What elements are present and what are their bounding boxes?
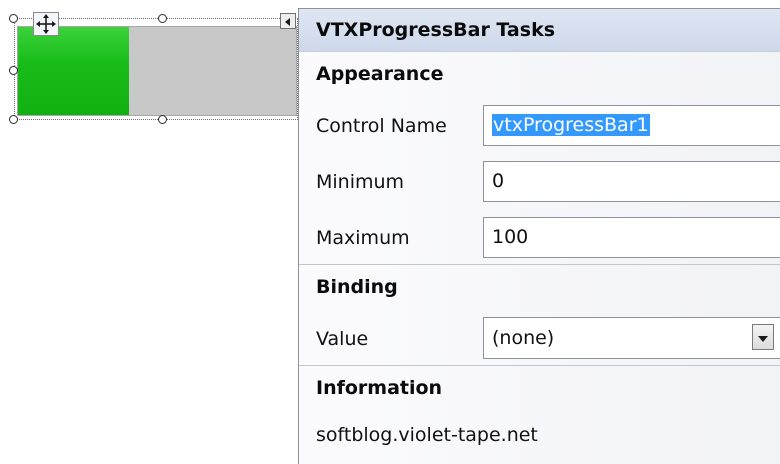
- maximum-row: Maximum 100: [299, 208, 780, 264]
- resize-handle-top-center[interactable]: [158, 14, 167, 23]
- resize-handle-middle-left[interactable]: [9, 66, 18, 75]
- section-binding-header: Binding: [316, 276, 398, 298]
- move-arrows-icon[interactable]: [33, 12, 59, 36]
- panel-title: VTXProgressBar Tasks: [299, 9, 780, 52]
- value-dropdown-selected: (none): [492, 327, 555, 349]
- minimum-input[interactable]: 0: [483, 161, 780, 202]
- dropdown-arrow-icon[interactable]: [752, 324, 774, 350]
- section-appearance-header: Appearance: [316, 63, 444, 85]
- control-name-input[interactable]: vtxProgressBar1: [483, 105, 780, 146]
- maximum-label: Maximum: [316, 227, 410, 249]
- progress-bar-fill: [18, 27, 130, 115]
- designer-surface: [0, 0, 300, 130]
- progress-bar-control[interactable]: [17, 26, 297, 116]
- tasks-panel: VTXProgressBar Tasks Appearance Control …: [298, 8, 780, 464]
- resize-handle-top-left[interactable]: [9, 14, 18, 23]
- resize-handle-bottom-left[interactable]: [9, 115, 18, 124]
- control-name-row: Control Name vtxProgressBar1: [299, 96, 780, 152]
- smart-tag-arrow-icon[interactable]: [280, 13, 296, 29]
- minimum-label: Minimum: [316, 171, 405, 193]
- resize-handle-bottom-center[interactable]: [158, 115, 167, 124]
- value-dropdown[interactable]: (none): [483, 317, 780, 359]
- maximum-input[interactable]: 100: [483, 217, 780, 258]
- control-name-value: vtxProgressBar1: [492, 114, 650, 136]
- control-name-label: Control Name: [316, 115, 447, 137]
- section-information-header: Information: [316, 377, 443, 399]
- information-text: softblog.violet-tape.net: [316, 424, 538, 446]
- value-label: Value: [316, 328, 369, 350]
- value-row: Value (none): [299, 309, 780, 365]
- minimum-row: Minimum 0: [299, 152, 780, 208]
